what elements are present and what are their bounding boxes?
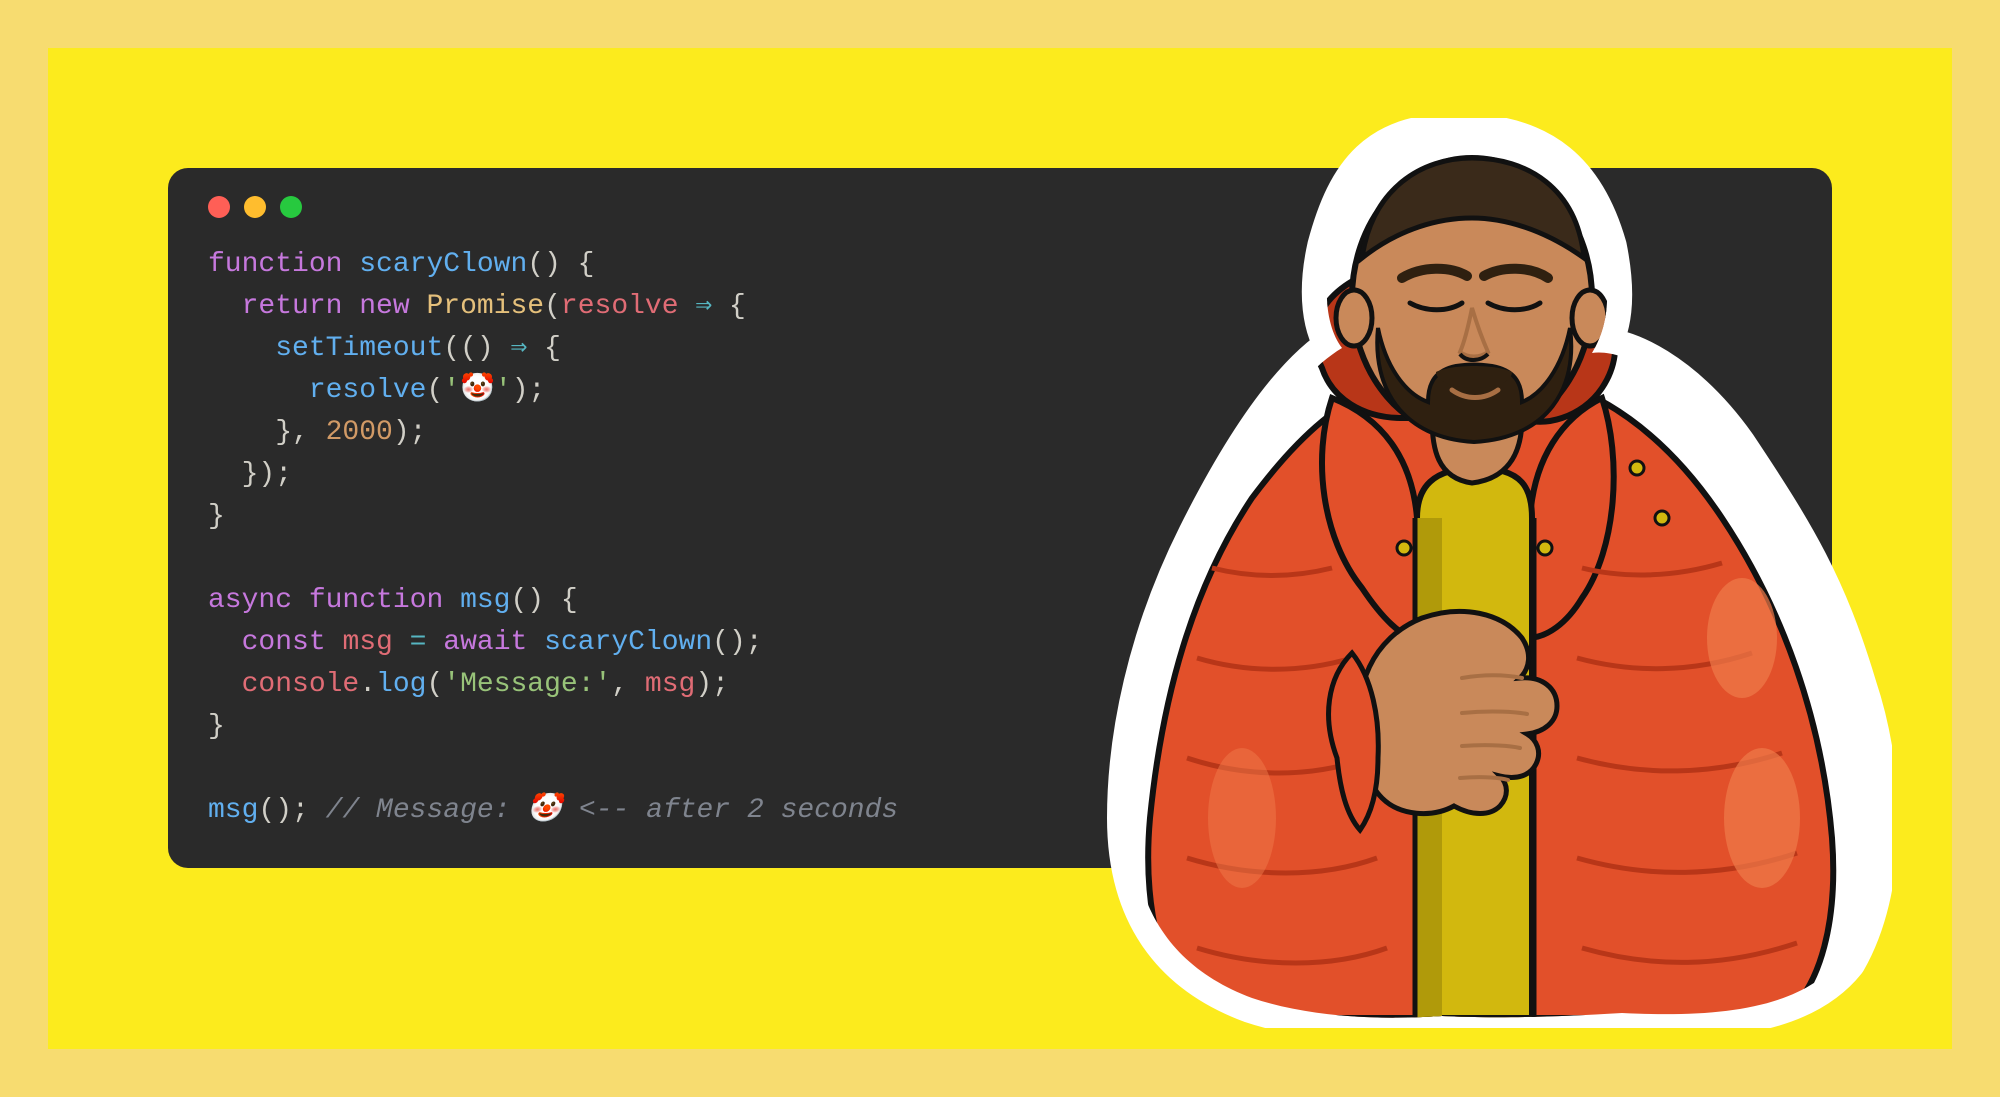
keyword: await [443, 627, 527, 658]
code-editor-window: function scaryClown() { return new Promi… [168, 168, 1832, 868]
keyword: return [242, 291, 343, 322]
class-name: Promise [426, 291, 544, 322]
keyword: new [359, 291, 409, 322]
function-name: resolve [309, 375, 427, 406]
punctuation: () { [527, 249, 594, 280]
keyword: function [208, 249, 342, 280]
function-name: scaryClown [359, 249, 527, 280]
number-literal: 2000 [326, 417, 393, 448]
identifier: console [242, 669, 360, 700]
function-name: msg [208, 795, 258, 826]
comment: // Message: 🤡 <-- after 2 seconds [326, 795, 899, 826]
operator: = [410, 627, 427, 658]
close-icon[interactable] [208, 196, 230, 218]
identifier: resolve [561, 291, 679, 322]
keyword: const [242, 627, 326, 658]
keyword: async [208, 585, 292, 616]
code-block: function scaryClown() { return new Promi… [208, 244, 1792, 832]
arrow-operator: ⇒ [510, 333, 527, 364]
maximize-icon[interactable] [280, 196, 302, 218]
minimize-icon[interactable] [244, 196, 266, 218]
arrow-operator: ⇒ [695, 291, 712, 322]
function-name: setTimeout [275, 333, 443, 364]
function-name: log [376, 669, 426, 700]
function-name: scaryClown [544, 627, 712, 658]
identifier: msg [645, 669, 695, 700]
outer-frame: function scaryClown() { return new Promi… [0, 0, 2000, 1097]
identifier: msg [342, 627, 392, 658]
function-name: msg [460, 585, 510, 616]
inner-frame: function scaryClown() { return new Promi… [48, 48, 1952, 1049]
string-literal: 'Message:' [443, 669, 611, 700]
window-controls [208, 196, 1792, 218]
keyword: function [309, 585, 443, 616]
string-literal: '🤡' [443, 375, 511, 406]
